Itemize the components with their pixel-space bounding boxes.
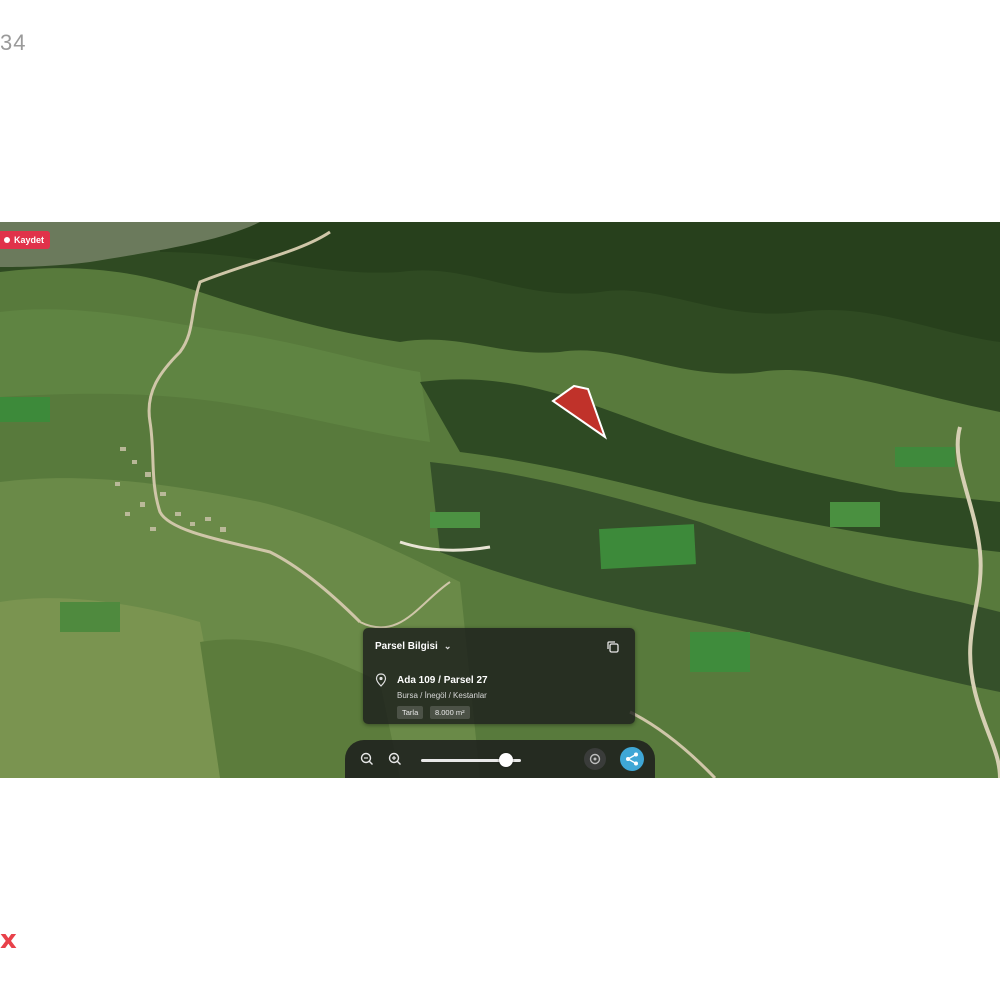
card-header-label: Parsel Bilgisi [375,641,438,652]
corner-code: 34 [0,30,27,55]
layers-button[interactable] [584,748,606,770]
copy-icon[interactable] [605,639,621,655]
record-label: Kaydet [14,235,45,245]
location-pin-icon [375,673,387,687]
layers-icon [589,753,601,765]
zoom-in-icon[interactable] [386,750,404,768]
parcel-title: Ada 109 / Parsel 27 [397,675,488,686]
parcel-info-card: Parsel Bilgisi ⌄ Ada 109 / Parsel 27 Bur… [363,628,635,724]
corner-mark: x [0,925,17,955]
parcel-area-tag: 8.000 m² [430,706,470,719]
record-badge[interactable]: Kaydet [0,231,51,249]
record-icon [4,237,10,243]
parcel-type-tag: Tarla [397,706,424,719]
share-button[interactable] [620,747,644,771]
share-icon [626,752,638,766]
parcel-address: Bursa / İnegöl / Kestanlar [397,691,487,700]
chevron-down-icon: ⌄ [443,641,452,651]
zoom-out-icon[interactable] [358,750,376,768]
parcel-info-header[interactable]: Parsel Bilgisi ⌄ [375,641,451,652]
map-controls [345,740,655,778]
zoom-slider-thumb[interactable] [499,753,513,767]
